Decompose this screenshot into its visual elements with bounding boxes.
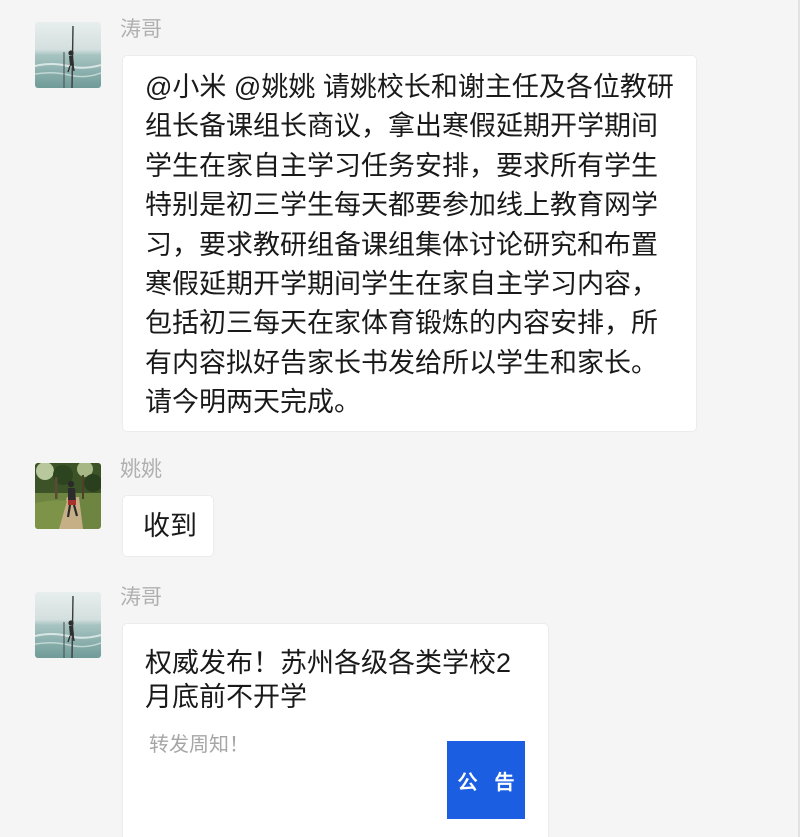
sea-pole-avatar-icon: [35, 592, 101, 658]
message-text-line: 请今明两天完成。: [145, 387, 361, 418]
link-card-title-line: 月底前不开学: [145, 682, 307, 712]
message-text-line: 寒假延期开学期间学生在家自主学习内容，: [145, 269, 658, 300]
sender-name: 涛哥: [120, 586, 162, 609]
message-text-line: 特别是初三学生每天都要参加线上教育网学: [145, 190, 658, 221]
message-text-line: 包括初三每天在家体育锻炼的内容安排，所: [145, 308, 658, 339]
link-card-thumbnail-text: 公 告: [457, 769, 515, 794]
message-text-line: 习，要求教研组备课组集体讨论研究和布置: [145, 229, 658, 260]
park-runner-avatar[interactable]: [35, 463, 101, 529]
link-card-thumbnail: 公 告: [447, 741, 525, 819]
message-text-line: 学生在家自主学习任务安排，要求所有学生: [145, 150, 658, 181]
sender-name: 涛哥: [120, 18, 162, 41]
chat-message-list[interactable]: 涛哥 @小米 @姚姚 请姚校长和谢主任及各位教研 组长备课组长商议，拿出寒假延期…: [0, 0, 800, 837]
message-bubble[interactable]: 收到: [122, 495, 214, 557]
sender-name: 姚姚: [120, 458, 162, 481]
park-runner-avatar-icon: [35, 463, 101, 529]
sea-pole-avatar-icon: [35, 22, 101, 88]
sea-pole-avatar[interactable]: [35, 592, 101, 658]
message-text-line: 收到: [143, 511, 197, 541]
message-text-line: 组长备课组长商议，拿出寒假延期开学期间: [145, 111, 658, 142]
sea-pole-avatar[interactable]: [35, 22, 101, 88]
link-card[interactable]: 权威发布！苏州各级各类学校2 月底前不开学 转发周知！ 公 告: [122, 623, 549, 837]
message-text-line: 有内容拟好告家长书发给所以学生和家长。: [145, 347, 658, 378]
message-bubble[interactable]: @小米 @姚姚 请姚校长和谢主任及各位教研 组长备课组长商议，拿出寒假延期开学期…: [122, 55, 697, 432]
message-text-line: @小米 @姚姚 请姚校长和谢主任及各位教研: [145, 72, 674, 102]
link-card-description: 转发周知！: [149, 734, 249, 756]
link-card-title-line: 权威发布！苏州各级各类学校2: [145, 648, 512, 678]
